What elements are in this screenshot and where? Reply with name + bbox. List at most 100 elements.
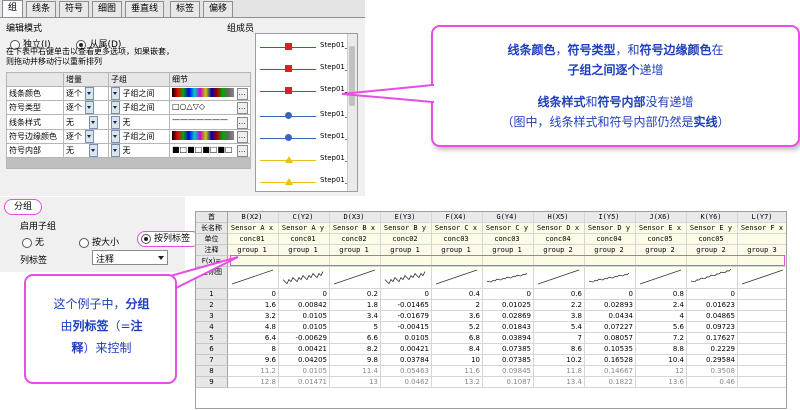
data-cell[interactable]: 0 [687,289,738,300]
increment-select[interactable]: 逐个 [63,86,109,101]
data-cell[interactable]: 3.2 [228,311,279,322]
data-cell[interactable]: 0.0105 [381,333,432,344]
column-header[interactable]: E(Y3) [381,212,432,223]
data-cell[interactable]: 0 [279,289,330,300]
dropdown-arrow-icon[interactable] [84,101,94,114]
data-cell[interactable]: 0.8 [636,289,687,300]
detail-cell[interactable]: … [169,129,251,144]
data-cell[interactable]: 8.8 [636,344,687,355]
data-cell[interactable]: 0.17627 [687,333,738,344]
data-cell[interactable]: 0.3508 [687,366,738,377]
more-button[interactable]: … [236,144,248,157]
header-cell[interactable]: Sensor A x [228,223,279,234]
row-number[interactable]: 5 [196,333,228,344]
data-cell[interactable]: 3.8 [534,311,585,322]
data-cell[interactable]: 6.6 [330,333,381,344]
data-cell[interactable]: 13 [330,377,381,388]
data-cell[interactable]: 0.01843 [483,322,534,333]
data-cell[interactable]: 0 [585,289,636,300]
data-cell[interactable]: 0.01471 [279,377,330,388]
subgroup-select[interactable]: 无 [108,143,170,158]
table-row[interactable]: 线条颜色 逐个 子组之间 … [6,86,251,101]
column-header[interactable]: C(Y2) [279,212,330,223]
data-cell[interactable]: 6.4 [228,333,279,344]
table-row[interactable]: 线条样式 无 无 ——————— … [6,114,251,130]
sparkline-cell[interactable] [330,267,381,289]
sparkline-cell[interactable] [432,267,483,289]
header-cell[interactable]: Sensor F x [738,223,786,234]
data-cell[interactable]: 0.05463 [381,366,432,377]
header-cell[interactable]: Sensor D x [534,223,585,234]
data-cell[interactable]: 6.8 [432,333,483,344]
tab-symbol[interactable]: 符号 [59,1,90,17]
subgroup-select[interactable]: 子组之间 [108,86,170,101]
header-cell[interactable]: conc04 [534,234,585,245]
data-cell[interactable]: 5.6 [636,322,687,333]
tab-drop-lines[interactable]: 细图 [92,1,123,17]
data-cell[interactable]: 8.6 [534,344,585,355]
data-cell[interactable] [738,322,786,333]
data-cell[interactable]: 4 [636,311,687,322]
column-header[interactable]: I(Y5) [585,212,636,223]
data-cell[interactable]: 0.08057 [585,333,636,344]
header-cell[interactable]: conc05 [636,234,687,245]
data-cell[interactable]: 0.10535 [585,344,636,355]
row-number[interactable]: 4 [196,322,228,333]
table-row[interactable]: 符号类型 逐个 子组之间 □○△▽◇ … [6,100,251,115]
data-cell[interactable]: 0.03894 [483,333,534,344]
data-cell[interactable]: 0.14667 [585,366,636,377]
row-number[interactable]: 6 [196,344,228,355]
column-header[interactable]: D(X3) [330,212,381,223]
list-item[interactable]: Step01_ [260,175,348,189]
list-item[interactable]: Step01_ [260,40,348,54]
dropdown-arrow-icon[interactable] [111,101,120,114]
list-item[interactable]: Step01_ [260,131,348,145]
data-cell[interactable]: -0.00629 [279,333,330,344]
data-cell[interactable]: 5 [330,322,381,333]
data-cell[interactable]: 0.2229 [687,344,738,355]
header-cell[interactable]: Sensor E x [636,223,687,234]
data-cell[interactable]: 3.4 [330,311,381,322]
increment-select[interactable]: 逐个 [63,100,109,115]
subgroup-none-option[interactable]: 无 [22,235,44,248]
data-cell[interactable]: 1.8 [330,300,381,311]
subgroup-select[interactable]: 子组之间 [108,129,170,144]
data-cell[interactable]: 10 [432,355,483,366]
data-cell[interactable]: 12 [636,366,687,377]
sparkline-cell[interactable] [381,267,432,289]
data-cell[interactable]: 11.8 [534,366,585,377]
table-row[interactable]: 符号边缘颜色 逐个 子组之间 … [6,129,251,144]
header-cell[interactable]: conc03 [432,234,483,245]
data-cell[interactable]: 0.1822 [585,377,636,388]
data-cell[interactable]: 0 [483,289,534,300]
data-cell[interactable] [738,355,786,366]
data-cell[interactable]: 5.2 [432,322,483,333]
header-cell[interactable]: conc05 [687,234,738,245]
header-cell[interactable]: Sensor D y [585,223,636,234]
data-cell[interactable]: -0.01679 [381,311,432,322]
list-item[interactable]: Step01_ [260,153,348,167]
sparkline-cell[interactable] [738,267,786,289]
header-cell[interactable]: Sensor A y [279,223,330,234]
row-number[interactable]: 8 [196,366,228,377]
data-cell[interactable]: 0.1087 [483,377,534,388]
data-cell[interactable]: 4.8 [228,322,279,333]
increment-select[interactable]: 逐个 [63,129,109,144]
data-cell[interactable]: 0.00842 [279,300,330,311]
column-header[interactable]: L(Y7) [738,212,786,223]
header-cell[interactable]: Sensor C x [432,223,483,234]
list-item[interactable]: Step01_ [260,62,348,76]
data-cell[interactable]: 10.4 [636,355,687,366]
data-cell[interactable]: 10.2 [534,355,585,366]
tab-line[interactable]: 线条 [26,1,57,17]
sparkline-cell[interactable] [585,267,636,289]
none-radio[interactable] [22,237,32,248]
table-row[interactable]: 符号内部 无 无 ■□■□■□■□ … [6,143,251,158]
data-cell[interactable]: 0.04205 [279,355,330,366]
dropdown-arrow-icon[interactable] [88,115,98,129]
detail-cell[interactable]: … [169,86,251,101]
column-header[interactable]: J(X6) [636,212,687,223]
data-cell[interactable]: 0.02869 [483,311,534,322]
data-cell[interactable]: 0.2 [330,289,381,300]
row-number[interactable]: 7 [196,355,228,366]
